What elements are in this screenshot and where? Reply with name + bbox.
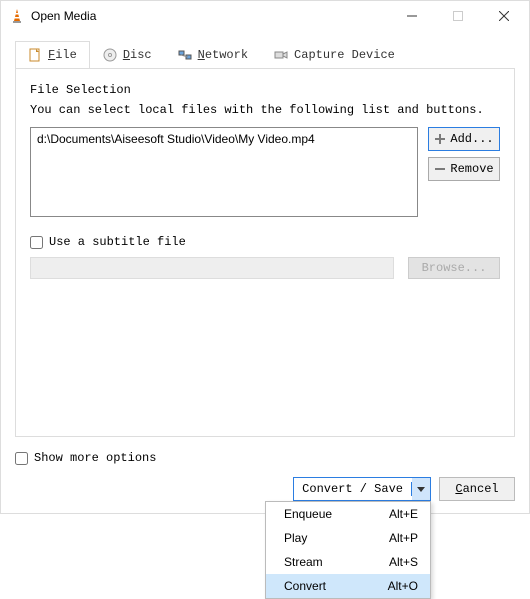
convert-dropdown-menu: Enqueue Alt+E Play Alt+P Stream Alt+S Co…	[265, 501, 431, 599]
browse-label: Browse...	[422, 261, 487, 275]
open-media-window: Open Media File Disc Network Capture Dev	[0, 0, 530, 514]
cancel-label: Cancel	[455, 482, 498, 496]
vlc-cone-icon	[9, 8, 25, 24]
tab-label: Capture Device	[294, 48, 395, 62]
cancel-button[interactable]: Cancel	[439, 477, 515, 501]
source-tabs: File Disc Network Capture Device	[15, 41, 515, 69]
tab-label: Disc	[123, 48, 152, 62]
file-item[interactable]: d:\Documents\Aiseesoft Studio\Video\My V…	[37, 132, 411, 146]
menu-shortcut: Alt+S	[389, 555, 418, 569]
tab-label: File	[48, 48, 77, 62]
minimize-button[interactable]	[389, 1, 435, 31]
disc-icon	[103, 48, 117, 62]
menu-shortcut: Alt+O	[388, 579, 418, 593]
capture-icon	[274, 48, 288, 62]
menu-item-stream[interactable]: Stream Alt+S	[266, 550, 430, 574]
tab-capture-device[interactable]: Capture Device	[261, 41, 408, 68]
file-icon	[28, 48, 42, 62]
file-list[interactable]: d:\Documents\Aiseesoft Studio\Video\My V…	[30, 127, 418, 217]
maximize-button[interactable]	[435, 1, 481, 31]
menu-shortcut: Alt+P	[389, 531, 418, 545]
menu-label: Stream	[284, 555, 323, 569]
use-subtitle-label: Use a subtitle file	[49, 235, 186, 249]
show-more-label: Show more options	[34, 451, 156, 465]
convert-save-button[interactable]: Convert / Save	[293, 477, 431, 501]
plus-icon	[434, 133, 446, 145]
add-button[interactable]: Add...	[428, 127, 500, 151]
window-controls	[389, 1, 527, 31]
menu-shortcut: Alt+E	[389, 507, 418, 521]
browse-button: Browse...	[408, 257, 500, 279]
dialog-content: File Disc Network Capture Device File Se…	[1, 31, 529, 445]
bottom-bar: Show more options Convert / Save Cancel …	[1, 445, 529, 513]
file-selection-desc: You can select local files with the foll…	[30, 103, 500, 117]
action-row: Convert / Save Cancel Enqueue Alt+E Play…	[15, 477, 515, 501]
menu-item-convert[interactable]: Convert Alt+O	[266, 574, 430, 598]
subtitle-path-input	[30, 257, 394, 279]
file-selection-title: File Selection	[30, 83, 500, 97]
subtitle-section: Use a subtitle file Browse...	[30, 235, 500, 279]
close-button[interactable]	[481, 1, 527, 31]
remove-button[interactable]: Remove	[428, 157, 500, 181]
network-icon	[178, 48, 192, 62]
file-tab-panel: File Selection You can select local file…	[15, 69, 515, 437]
window-title: Open Media	[31, 9, 96, 23]
subtitle-input-row: Browse...	[30, 257, 500, 279]
tab-file[interactable]: File	[15, 41, 90, 68]
convert-save-label: Convert / Save	[294, 482, 412, 496]
menu-label: Enqueue	[284, 507, 332, 521]
tab-label: Network	[198, 48, 248, 62]
remove-label: Remove	[450, 162, 493, 176]
file-buttons: Add... Remove	[428, 127, 500, 181]
add-label: Add...	[450, 132, 493, 146]
use-subtitle-checkbox[interactable]	[30, 236, 43, 249]
menu-item-play[interactable]: Play Alt+P	[266, 526, 430, 550]
tab-network[interactable]: Network	[165, 41, 261, 68]
tab-disc[interactable]: Disc	[90, 41, 165, 68]
chevron-down-icon	[417, 482, 425, 496]
show-more-options-row[interactable]: Show more options	[15, 451, 515, 465]
file-row: d:\Documents\Aiseesoft Studio\Video\My V…	[30, 127, 500, 217]
menu-label: Convert	[284, 579, 326, 593]
minus-icon	[434, 163, 446, 175]
menu-label: Play	[284, 531, 307, 545]
use-subtitle-checkbox-row[interactable]: Use a subtitle file	[30, 235, 500, 249]
convert-save-dropdown-toggle[interactable]	[412, 478, 430, 500]
titlebar: Open Media	[1, 1, 529, 31]
show-more-checkbox[interactable]	[15, 452, 28, 465]
menu-item-enqueue[interactable]: Enqueue Alt+E	[266, 502, 430, 526]
